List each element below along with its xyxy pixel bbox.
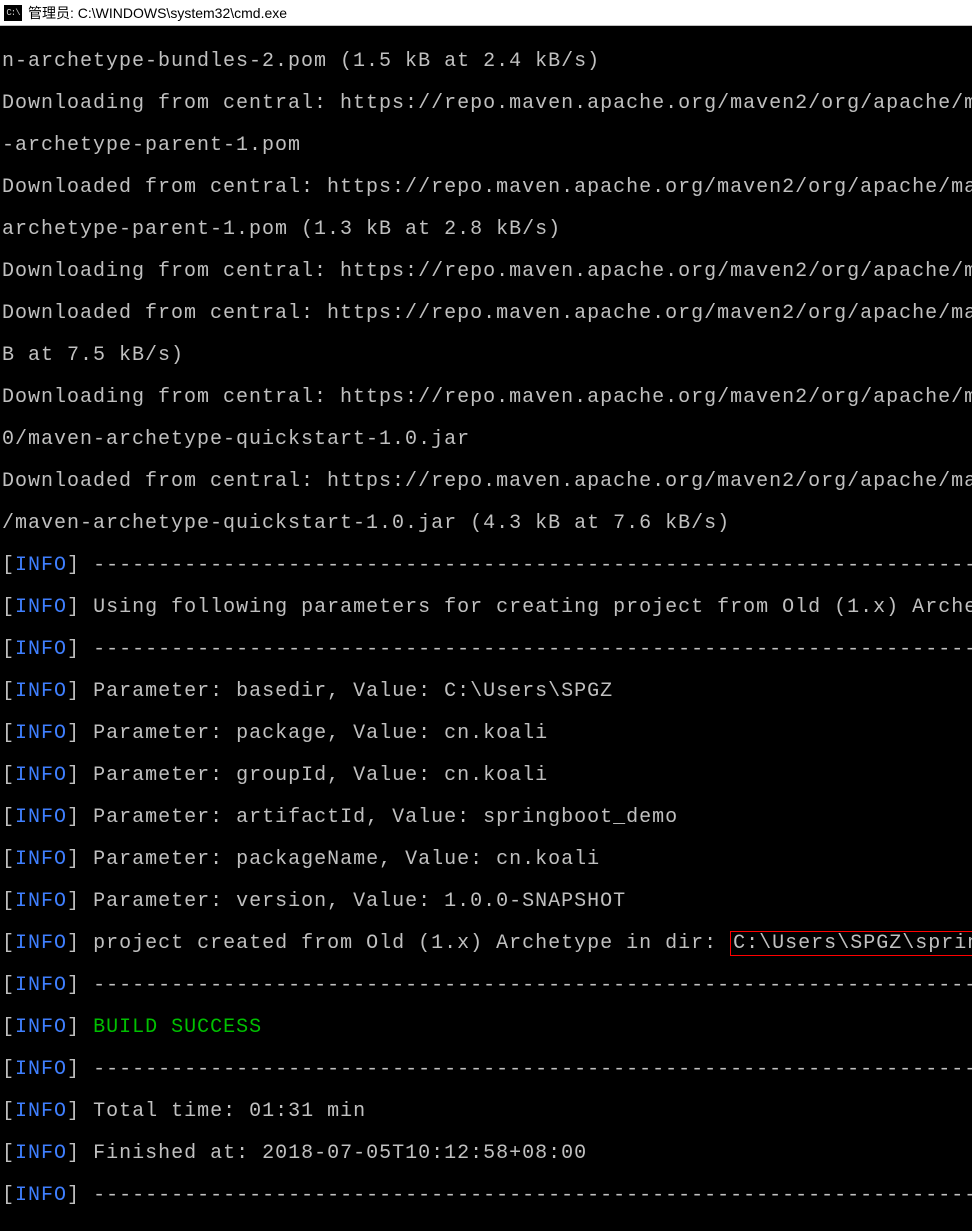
window-title: 管理员: C:\WINDOWS\system32\cmd.exe bbox=[28, 3, 287, 23]
info-line: [INFO] Parameter: package, Value: cn.koa… bbox=[2, 723, 970, 744]
info-line: [INFO] ---------------------------------… bbox=[2, 555, 970, 576]
info-line: [INFO] Using following parameters for cr… bbox=[2, 597, 970, 618]
output-line: n-archetype-bundles-2.pom (1.5 kB at 2.4… bbox=[2, 51, 970, 72]
window-titlebar[interactable]: C:\ 管理员: C:\WINDOWS\system32\cmd.exe bbox=[0, 0, 972, 26]
info-line: [INFO] ---------------------------------… bbox=[2, 1185, 970, 1206]
project-dir-highlight: C:\Users\SPGZ\springboot_demo bbox=[730, 931, 972, 956]
info-line: [INFO] Parameter: packageName, Value: cn… bbox=[2, 849, 970, 870]
info-line: [INFO] Parameter: version, Value: 1.0.0-… bbox=[2, 891, 970, 912]
info-line: [INFO] Total time: 01:31 min bbox=[2, 1101, 970, 1122]
info-line: [INFO] ---------------------------------… bbox=[2, 1059, 970, 1080]
output-line: Downloaded from central: https://repo.ma… bbox=[2, 177, 970, 198]
build-success-line: [INFO] BUILD SUCCESS bbox=[2, 1017, 970, 1038]
output-line: Downloading from central: https://repo.m… bbox=[2, 93, 970, 114]
info-line: [INFO] Parameter: artifactId, Value: spr… bbox=[2, 807, 970, 828]
info-line: [INFO] ---------------------------------… bbox=[2, 639, 970, 660]
output-line: 0/maven-archetype-quickstart-1.0.jar bbox=[2, 429, 970, 450]
output-line: /maven-archetype-quickstart-1.0.jar (4.3… bbox=[2, 513, 970, 534]
info-line: [INFO] ---------------------------------… bbox=[2, 975, 970, 996]
info-line: [INFO] Finished at: 2018-07-05T10:12:58+… bbox=[2, 1143, 970, 1164]
cmd-icon: C:\ bbox=[4, 5, 22, 21]
output-line: archetype-parent-1.pom (1.3 kB at 2.8 kB… bbox=[2, 219, 970, 240]
info-line: [INFO] Parameter: basedir, Value: C:\Use… bbox=[2, 681, 970, 702]
info-line: [INFO] Parameter: groupId, Value: cn.koa… bbox=[2, 765, 970, 786]
output-line: Downloading from central: https://repo.m… bbox=[2, 387, 970, 408]
output-line: Downloaded from central: https://repo.ma… bbox=[2, 303, 970, 324]
output-line: Downloaded from central: https://repo.ma… bbox=[2, 471, 970, 492]
info-line: [INFO] project created from Old (1.x) Ar… bbox=[2, 933, 970, 954]
output-line: Downloading from central: https://repo.m… bbox=[2, 261, 970, 282]
output-line: -archetype-parent-1.pom bbox=[2, 135, 970, 156]
terminal-output[interactable]: n-archetype-bundles-2.pom (1.5 kB at 2.4… bbox=[0, 26, 972, 1231]
output-line: B at 7.5 kB/s) bbox=[2, 345, 970, 366]
